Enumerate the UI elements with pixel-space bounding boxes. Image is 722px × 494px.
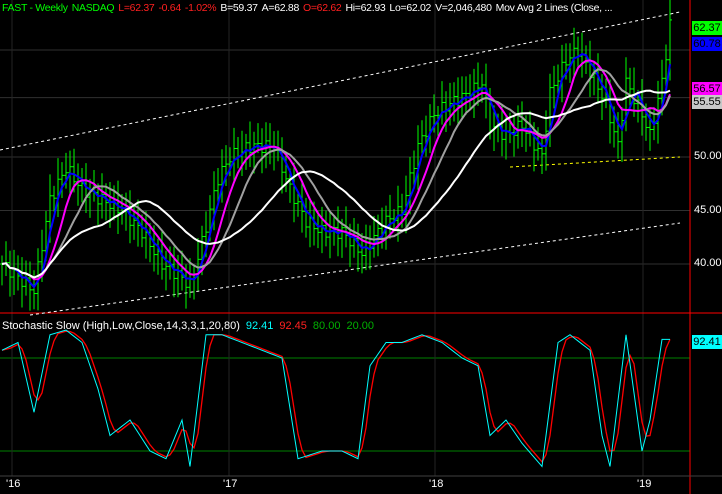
symbol: FAST - Weekly [2,2,68,14]
stoch-k-line [1,329,670,468]
magenta-ma-tag: 56.57 [692,82,722,96]
stoch-upper: 80.00 [312,320,341,332]
last-price-tag: 62.37 [692,21,722,35]
support-line [509,156,681,168]
study-label[interactable]: Mov Avg 2 Lines (Close, ... [496,2,613,14]
change: -0.64 [158,2,181,14]
x-label: '17 [223,478,238,490]
upper-channel-line [0,11,681,151]
blue-ma-tag: 60.78 [692,37,722,51]
x-label: '16 [6,478,21,490]
chart-header: FAST - Weekly NASDAQ L=62.37 -0.64 -1.02% B=5… [2,2,613,14]
stoch-d: 92.45 [279,320,307,332]
chart-canvas [0,0,722,494]
stoch-value-tag: 92.41 [692,335,722,349]
last-price: L=62.37 [118,2,155,14]
stoch-header: Stochastic Slow (High,Low,Close,14,3,3,1… [2,320,380,332]
gray-ma-tag: 55.55 [692,95,722,109]
open: O=62.62 [302,2,342,14]
stoch-lower: 20.00 [346,320,374,332]
marks [0,0,681,468]
price-axis-label: 50.00 [694,150,722,162]
price-axis-label: 45.00 [694,204,722,216]
pct-change: -1.02% [184,2,217,14]
ask: A=62.88 [261,2,300,14]
ma-magenta-line [1,59,671,281]
stoch-d-line [1,330,671,463]
volume: V=2,046,480 [435,2,492,14]
stoch-title[interactable]: Stochastic Slow (High,Low,Close,14,3,3,1… [2,320,240,332]
x-label: '19 [637,478,652,490]
high: Hi=62.93 [345,2,386,14]
low: Lo=62.02 [389,2,432,14]
bid: B=59.37 [220,2,258,14]
stoch-k: 92.41 [245,320,274,332]
exchange: NASDAQ [71,2,115,14]
price-axis-label: 40.00 [694,257,722,269]
x-label: '18 [429,478,444,490]
